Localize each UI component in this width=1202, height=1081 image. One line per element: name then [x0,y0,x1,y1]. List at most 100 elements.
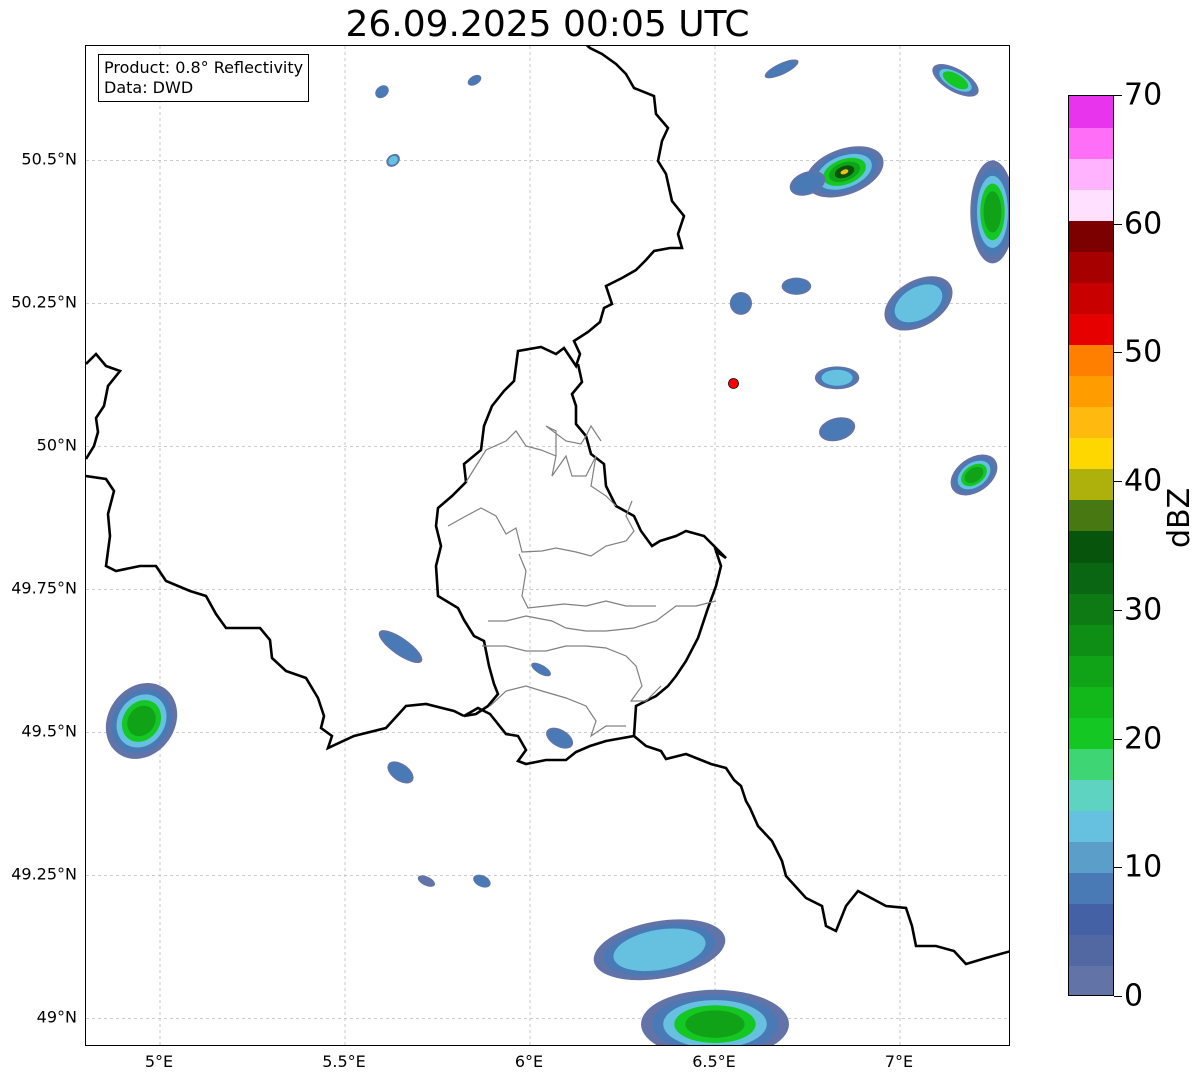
colorbar-title: dBZ [1162,487,1197,548]
lat-tick-label: 50.5°N [21,149,77,169]
lon-tick-label: 5.5°E [322,1052,366,1071]
product-label: Product: 0.8° Reflectivity [104,58,304,77]
colorbar-segment [1069,282,1113,314]
echo-cell [641,989,789,1045]
colorbar-segment [1069,344,1113,377]
echo-cell [781,277,812,295]
colorbar-segment [1069,810,1113,843]
colorbar-tick-mark [1114,481,1122,483]
colorbar-segment [1069,624,1113,656]
echo-level [821,369,853,386]
colorbar-segment [1069,841,1113,874]
echo-level [381,632,420,661]
echo-cell [593,919,726,981]
lat-tick-label: 49.75°N [11,578,77,598]
colorbar-tick-mark [1114,223,1122,225]
colorbar-tick-label: 0 [1124,978,1144,1014]
colorbar-tick-mark [1114,738,1122,740]
colorbar-tick-label: 70 [1124,77,1163,113]
colorbar-segment [1069,748,1113,780]
colorbar-segment [1069,934,1113,967]
graticule [86,46,1009,1045]
echo-cell [818,417,856,442]
product-info-box: Product: 0.8° Reflectivity Data: DWD [98,54,310,102]
colorbar-segment [1069,406,1113,439]
lon-tick-label: 5°E [144,1052,174,1071]
echo-cell [531,662,551,677]
lat-tick-label: 49.5°N [21,721,77,741]
echo-cell [884,276,953,331]
colorbar-segment [1069,468,1113,501]
colorbar-segment [1069,872,1113,905]
echo-level [417,875,436,887]
echo-cell [387,761,414,784]
map-title: 26.09.2025 00:05 UTC [345,4,750,45]
map-canvas [86,46,1009,1045]
lon-tick-label: 6.5°E [692,1052,736,1071]
echo-cell [950,454,998,496]
colorbar-segment [1069,717,1113,749]
radar-map: Product: 0.8° Reflectivity Data: DWD [85,45,1010,1046]
colorbar-tick-mark [1114,996,1122,997]
echo-cell [386,153,400,167]
colorbar-segment [1069,655,1113,687]
colorbar-segment [1069,375,1113,408]
echo-cell [417,875,436,887]
radar-site-marker [728,378,739,389]
colorbar-segment [1069,499,1113,532]
data-source-label: Data: DWD [104,78,194,97]
colorbar-segment [1069,96,1113,128]
colorbar-tick-label: 60 [1124,206,1163,242]
echo-level [767,60,796,77]
echo-cell [729,291,753,315]
colorbar-segment [1069,686,1113,718]
echo-level [783,278,809,294]
colorbar-tick-mark [1114,95,1122,96]
colorbar-tick-label: 20 [1124,721,1163,757]
colorbar-segment [1069,779,1113,812]
colorbar [1068,95,1114,996]
colorbar-segment [1069,965,1113,995]
echo-level [685,1010,745,1038]
colorbar-segment [1069,189,1113,221]
lat-tick-label: 49.25°N [11,864,77,884]
border-east-lux [570,363,727,737]
colorbar-segment [1069,220,1113,252]
country-borders [86,46,1009,966]
colorbar-tick-label: 10 [1124,849,1163,885]
lat-tick-label: 50°N [36,435,77,455]
luxembourg-districts [447,424,717,738]
echo-cell [970,160,1009,264]
border-south [463,706,1009,966]
colorbar-segment [1069,437,1113,470]
lat-tick-label: 49°N [36,1007,77,1027]
colorbar-tick-mark [1114,867,1122,869]
echo-cell [467,74,482,86]
echo-cell [932,64,979,97]
colorbar-segment [1069,593,1113,625]
border-luxembourg [434,46,686,718]
colorbar-tick-mark [1114,609,1122,611]
lat-tick-label: 50.25°N [11,292,77,312]
lon-tick-label: 7°E [884,1052,914,1071]
colorbar-segment [1069,127,1113,159]
colorbar-segment [1069,251,1113,283]
colorbar-tick-label: 50 [1124,334,1163,370]
lon-tick-label: 6°E [514,1052,544,1071]
echo-cell [375,85,389,99]
colorbar-tick-mark [1114,352,1122,354]
echo-level [983,191,1002,233]
colorbar-segment [1069,903,1113,936]
echo-cell [764,59,799,79]
colorbar-segment [1069,562,1113,594]
radar-site-dot [728,378,739,389]
colorbar-tick-label: 40 [1124,463,1163,499]
colorbar-segment [1069,313,1113,346]
colorbar-segment [1069,158,1113,190]
echo-cell [473,874,491,888]
colorbar-tick-label: 30 [1124,592,1163,628]
echo-cell [546,727,574,749]
echo-cell [814,366,860,390]
echo-cell [105,683,178,759]
colorbar-segment [1069,530,1113,563]
